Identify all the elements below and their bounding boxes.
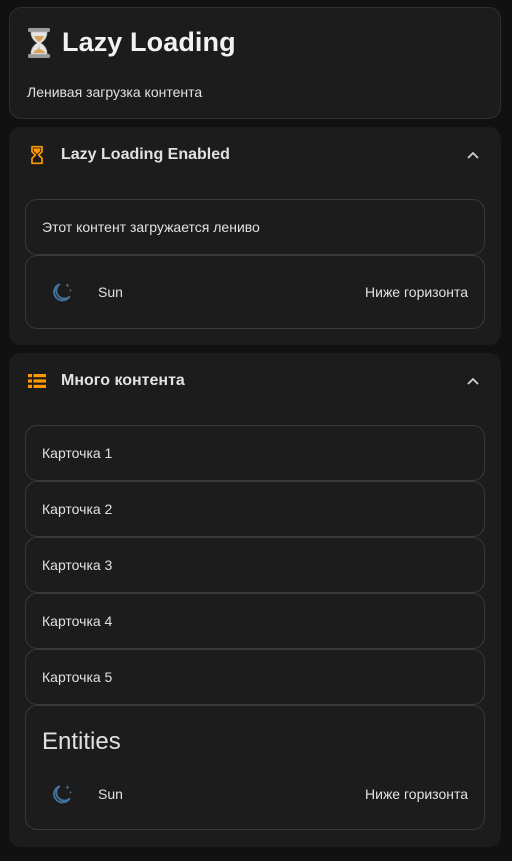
chevron-up-icon[interactable] xyxy=(465,147,481,163)
entity-state: Ниже горизонта xyxy=(365,284,468,300)
lazy-entity-card: Sun Ниже горизонта xyxy=(25,255,485,329)
header-card: Lazy Loading Ленивая загрузка контента xyxy=(9,7,501,119)
card-text: Карточка 2 xyxy=(42,501,113,517)
entities-card-title: Entities xyxy=(42,728,121,755)
entity-row-sun[interactable]: Sun Ниже горизонта xyxy=(26,774,484,814)
view-list-icon xyxy=(28,374,46,388)
lazy-content-text: Этот контент загружается лениво xyxy=(42,219,260,235)
header-title-row: Lazy Loading xyxy=(27,27,236,58)
entity-name: Sun xyxy=(98,284,123,300)
lazy-loading-section-header[interactable]: Lazy Loading Enabled xyxy=(9,127,501,183)
entities-card: Entities Sun Ниже горизонта xyxy=(25,705,485,830)
entity-row-sun[interactable]: Sun Ниже горизонта xyxy=(26,272,484,312)
hourglass-emoji-icon xyxy=(28,27,50,58)
entity-state: Ниже горизонта xyxy=(365,786,468,802)
many-content-section: Много контента Карточка 1 Карточка 2 Кар… xyxy=(9,353,501,847)
content-card-1: Карточка 1 xyxy=(25,425,485,481)
content-card-2: Карточка 2 xyxy=(25,481,485,537)
content-card-5: Карточка 5 xyxy=(25,649,485,705)
content-card-3: Карточка 3 xyxy=(25,537,485,593)
card-text: Карточка 5 xyxy=(42,669,113,685)
content-card-4: Карточка 4 xyxy=(25,593,485,649)
card-text: Карточка 4 xyxy=(42,613,113,629)
entity-name: Sun xyxy=(98,786,123,802)
page-title: Lazy Loading xyxy=(62,27,236,57)
many-content-section-header[interactable]: Много контента xyxy=(9,353,501,409)
weather-night-icon xyxy=(53,283,72,302)
section-title: Lazy Loading Enabled xyxy=(61,146,230,163)
lazy-content-card: Этот контент загружается лениво xyxy=(25,199,485,255)
dashboard-page: Lazy Loading Ленивая загрузка контента L… xyxy=(0,0,512,861)
card-text: Карточка 3 xyxy=(42,557,113,573)
card-text: Карточка 1 xyxy=(42,445,113,461)
section-title: Много контента xyxy=(61,372,185,389)
hourglass-icon xyxy=(31,145,43,165)
page-subtitle: Ленивая загрузка контента xyxy=(27,84,203,100)
lazy-loading-section: Lazy Loading Enabled Этот контент загруж… xyxy=(9,127,501,345)
chevron-up-icon[interactable] xyxy=(465,373,481,389)
weather-night-icon xyxy=(53,785,72,804)
